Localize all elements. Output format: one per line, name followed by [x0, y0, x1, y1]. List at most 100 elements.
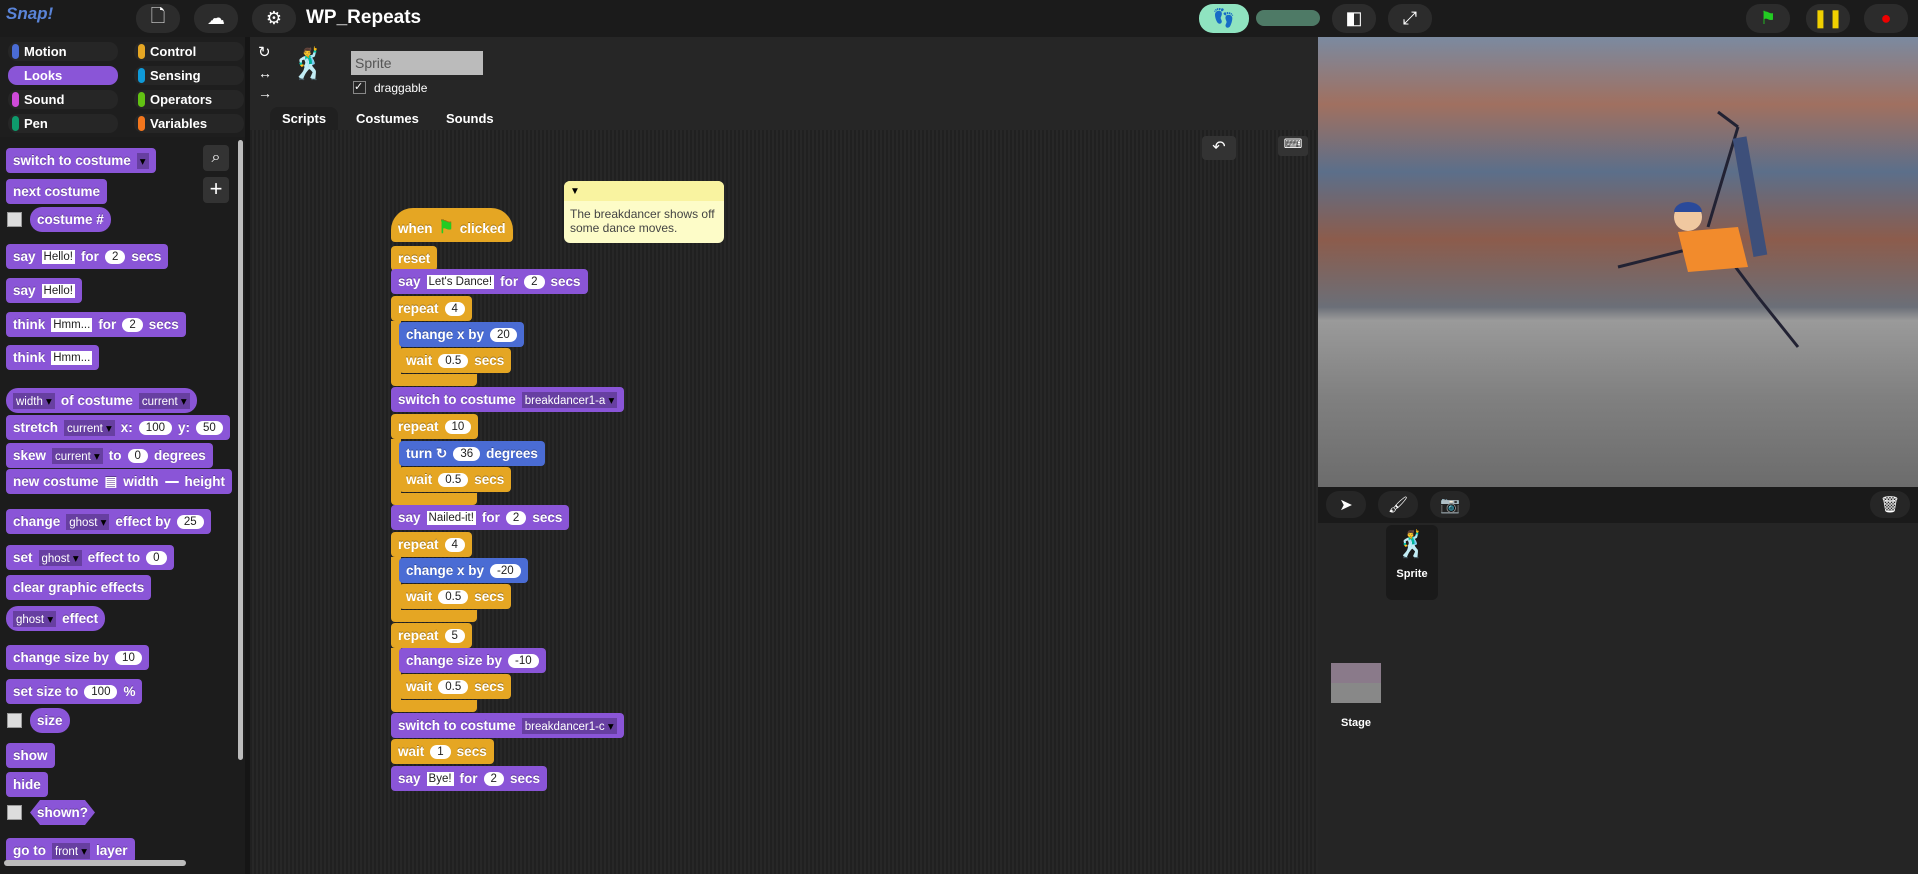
number-input-slot[interactable]: 5 — [444, 628, 465, 643]
dropdown-slot[interactable]: current — [64, 419, 115, 436]
make-block-button[interactable]: + — [203, 177, 229, 203]
palette-block[interactable]: show — [6, 743, 55, 768]
sprite-corral-item[interactable]: 🕺 Sprite — [1386, 525, 1438, 600]
palette-block[interactable]: ghost effect — [6, 606, 106, 631]
left-right-icon[interactable]: ↔ — [258, 65, 272, 81]
palette-block[interactable]: new costume ▤ width height — [6, 469, 233, 494]
number-input-slot[interactable] — [164, 480, 179, 483]
number-input-slot[interactable]: 1 — [430, 744, 451, 759]
number-input-slot[interactable]: 0 — [127, 448, 148, 463]
search-blocks-button[interactable]: ⌕ — [203, 145, 229, 171]
script-block[interactable]: wait 0.5 secs — [399, 467, 512, 492]
number-input-slot[interactable]: 50 — [196, 420, 223, 435]
palette-block[interactable]: change size by 10 — [6, 645, 149, 670]
palette-block[interactable]: say Hello! for 2 secs — [6, 244, 169, 269]
script-block[interactable]: change size by -10 — [399, 648, 546, 673]
palette-scrollbar[interactable] — [238, 140, 243, 760]
settings-button[interactable]: ⚙ — [252, 4, 296, 33]
number-input-slot[interactable]: -20 — [490, 563, 521, 578]
script-block[interactable]: change x by 20 — [399, 322, 524, 347]
category-sensing[interactable]: Sensing — [134, 66, 244, 85]
number-input-slot[interactable]: 10 — [444, 419, 472, 434]
dropdown-slot[interactable]: front — [52, 842, 90, 859]
number-input-slot[interactable]: 25 — [176, 514, 204, 529]
script-block[interactable]: wait 1 secs — [391, 739, 494, 764]
palette-block[interactable]: clear graphic effects — [6, 575, 152, 600]
palette-block[interactable]: think Hmm... for 2 secs — [6, 312, 186, 337]
dropdown-slot[interactable]: ghost — [13, 610, 57, 627]
category-variables[interactable]: Variables — [134, 114, 244, 133]
scripting-area[interactable]: ↶ ⌨ when ⚑ clicked reset say Let's Dance! for 2… — [250, 130, 1318, 874]
category-operators[interactable]: Operators — [134, 90, 244, 109]
add-turtle-sprite-button[interactable]: ➤ — [1326, 491, 1366, 518]
category-sound[interactable]: Sound — [8, 90, 118, 109]
dropdown-slot[interactable] — [136, 152, 149, 169]
stage-size-button[interactable]: ◧ — [1332, 4, 1376, 33]
palette-block[interactable]: costume # — [30, 207, 111, 232]
number-input-slot[interactable]: 10 — [115, 650, 142, 665]
palette-block[interactable]: hide — [6, 772, 48, 797]
stop-button[interactable]: ● — [1864, 4, 1908, 33]
breakdancer-sprite[interactable] — [1318, 37, 1918, 487]
script-block[interactable]: say Let's Dance! for 2 secs — [391, 269, 588, 294]
palette-block[interactable]: shown? — [30, 800, 95, 825]
script-block[interactable]: repeat 4 — [391, 296, 472, 321]
script-block[interactable]: say Nailed-it! for 2 secs — [391, 505, 570, 530]
stage[interactable] — [1318, 37, 1918, 487]
script-block[interactable]: change x by -20 — [399, 558, 528, 583]
dropdown-slot[interactable]: breakdancer1-a — [521, 391, 618, 408]
dropdown-slot[interactable]: ghost — [66, 513, 110, 530]
number-input-slot[interactable]: 0.5 — [438, 679, 469, 694]
number-input-slot[interactable]: 4 — [444, 537, 465, 552]
trash-button[interactable]: 🗑 — [1870, 491, 1910, 518]
rotate-icon[interactable]: ↻ — [258, 43, 271, 61]
number-input-slot[interactable]: 0 — [146, 550, 167, 565]
visible-stepping-button[interactable]: 👣 — [1199, 4, 1249, 33]
number-input-slot[interactable]: 100 — [138, 420, 172, 435]
number-input-slot[interactable]: 2 — [524, 274, 545, 289]
text-input-slot[interactable]: Hmm... — [51, 317, 93, 332]
palette-block[interactable]: set ghost effect to 0 — [6, 545, 174, 570]
script-block[interactable]: wait 0.5 secs — [399, 674, 512, 699]
collapse-triangle-icon[interactable]: ▼ — [570, 185, 580, 199]
script-block[interactable]: turn ↻ 36 degrees — [399, 441, 545, 466]
keyboard-entry-button[interactable]: ⌨ — [1278, 136, 1308, 156]
category-control[interactable]: Control — [134, 42, 244, 61]
number-input-slot[interactable]: 20 — [490, 327, 517, 342]
dropdown-slot[interactable]: current — [52, 447, 103, 464]
watcher-checkbox[interactable] — [7, 212, 22, 227]
number-input-slot[interactable]: 2 — [122, 317, 143, 332]
script-block[interactable]: switch to costume breakdancer1-a — [391, 387, 625, 412]
stepping-speed-slider[interactable] — [1256, 10, 1320, 26]
number-input-slot[interactable]: 0.5 — [438, 589, 469, 604]
stage-label[interactable]: Stage — [1341, 717, 1371, 729]
script-comment[interactable]: ▼ The breakdancer shows off some dance mo… — [564, 181, 724, 243]
number-input-slot[interactable]: 36 — [453, 446, 481, 461]
snap-logo[interactable]: Snap! — [6, 4, 53, 24]
sprite-name-input[interactable]: Sprite — [351, 51, 483, 75]
number-input-slot[interactable]: 2 — [104, 249, 126, 264]
camera-sprite-button[interactable]: 📷 — [1430, 491, 1470, 518]
palette-block[interactable]: stretch current x: 100 y: 50 — [6, 415, 230, 440]
watcher-checkbox[interactable] — [7, 713, 22, 728]
palette-horizontal-scrollbar[interactable] — [4, 860, 186, 866]
draggable-checkbox[interactable]: ✓ — [353, 81, 366, 94]
script-block[interactable]: wait 0.5 secs — [399, 348, 512, 373]
palette-block[interactable]: set size to 100% — [6, 679, 143, 704]
dropdown-slot[interactable]: breakdancer1-c — [521, 717, 617, 734]
cloud-menu-button[interactable]: ☁ — [194, 4, 238, 33]
tab-scripts[interactable]: Scripts — [270, 107, 339, 130]
stage-thumbnail[interactable] — [1331, 663, 1381, 703]
script-block[interactable]: repeat 5 — [391, 623, 472, 648]
number-input-slot[interactable]: 0.5 — [438, 472, 469, 487]
text-input-slot[interactable]: Let's Dance! — [426, 274, 495, 289]
watcher-checkbox[interactable] — [7, 805, 22, 820]
number-input-slot[interactable]: 4 — [444, 301, 465, 316]
script-block[interactable]: switch to costume breakdancer1-c — [391, 713, 624, 738]
text-input-slot[interactable]: Bye! — [426, 771, 454, 786]
file-menu-button[interactable]: 🗋 — [136, 4, 180, 33]
text-input-slot[interactable]: Hmm... — [51, 350, 93, 365]
text-input-slot[interactable]: Hello! — [41, 283, 75, 298]
palette-block[interactable]: say Hello! — [6, 278, 82, 303]
script-block[interactable]: say Bye! for 2 secs — [391, 766, 547, 791]
